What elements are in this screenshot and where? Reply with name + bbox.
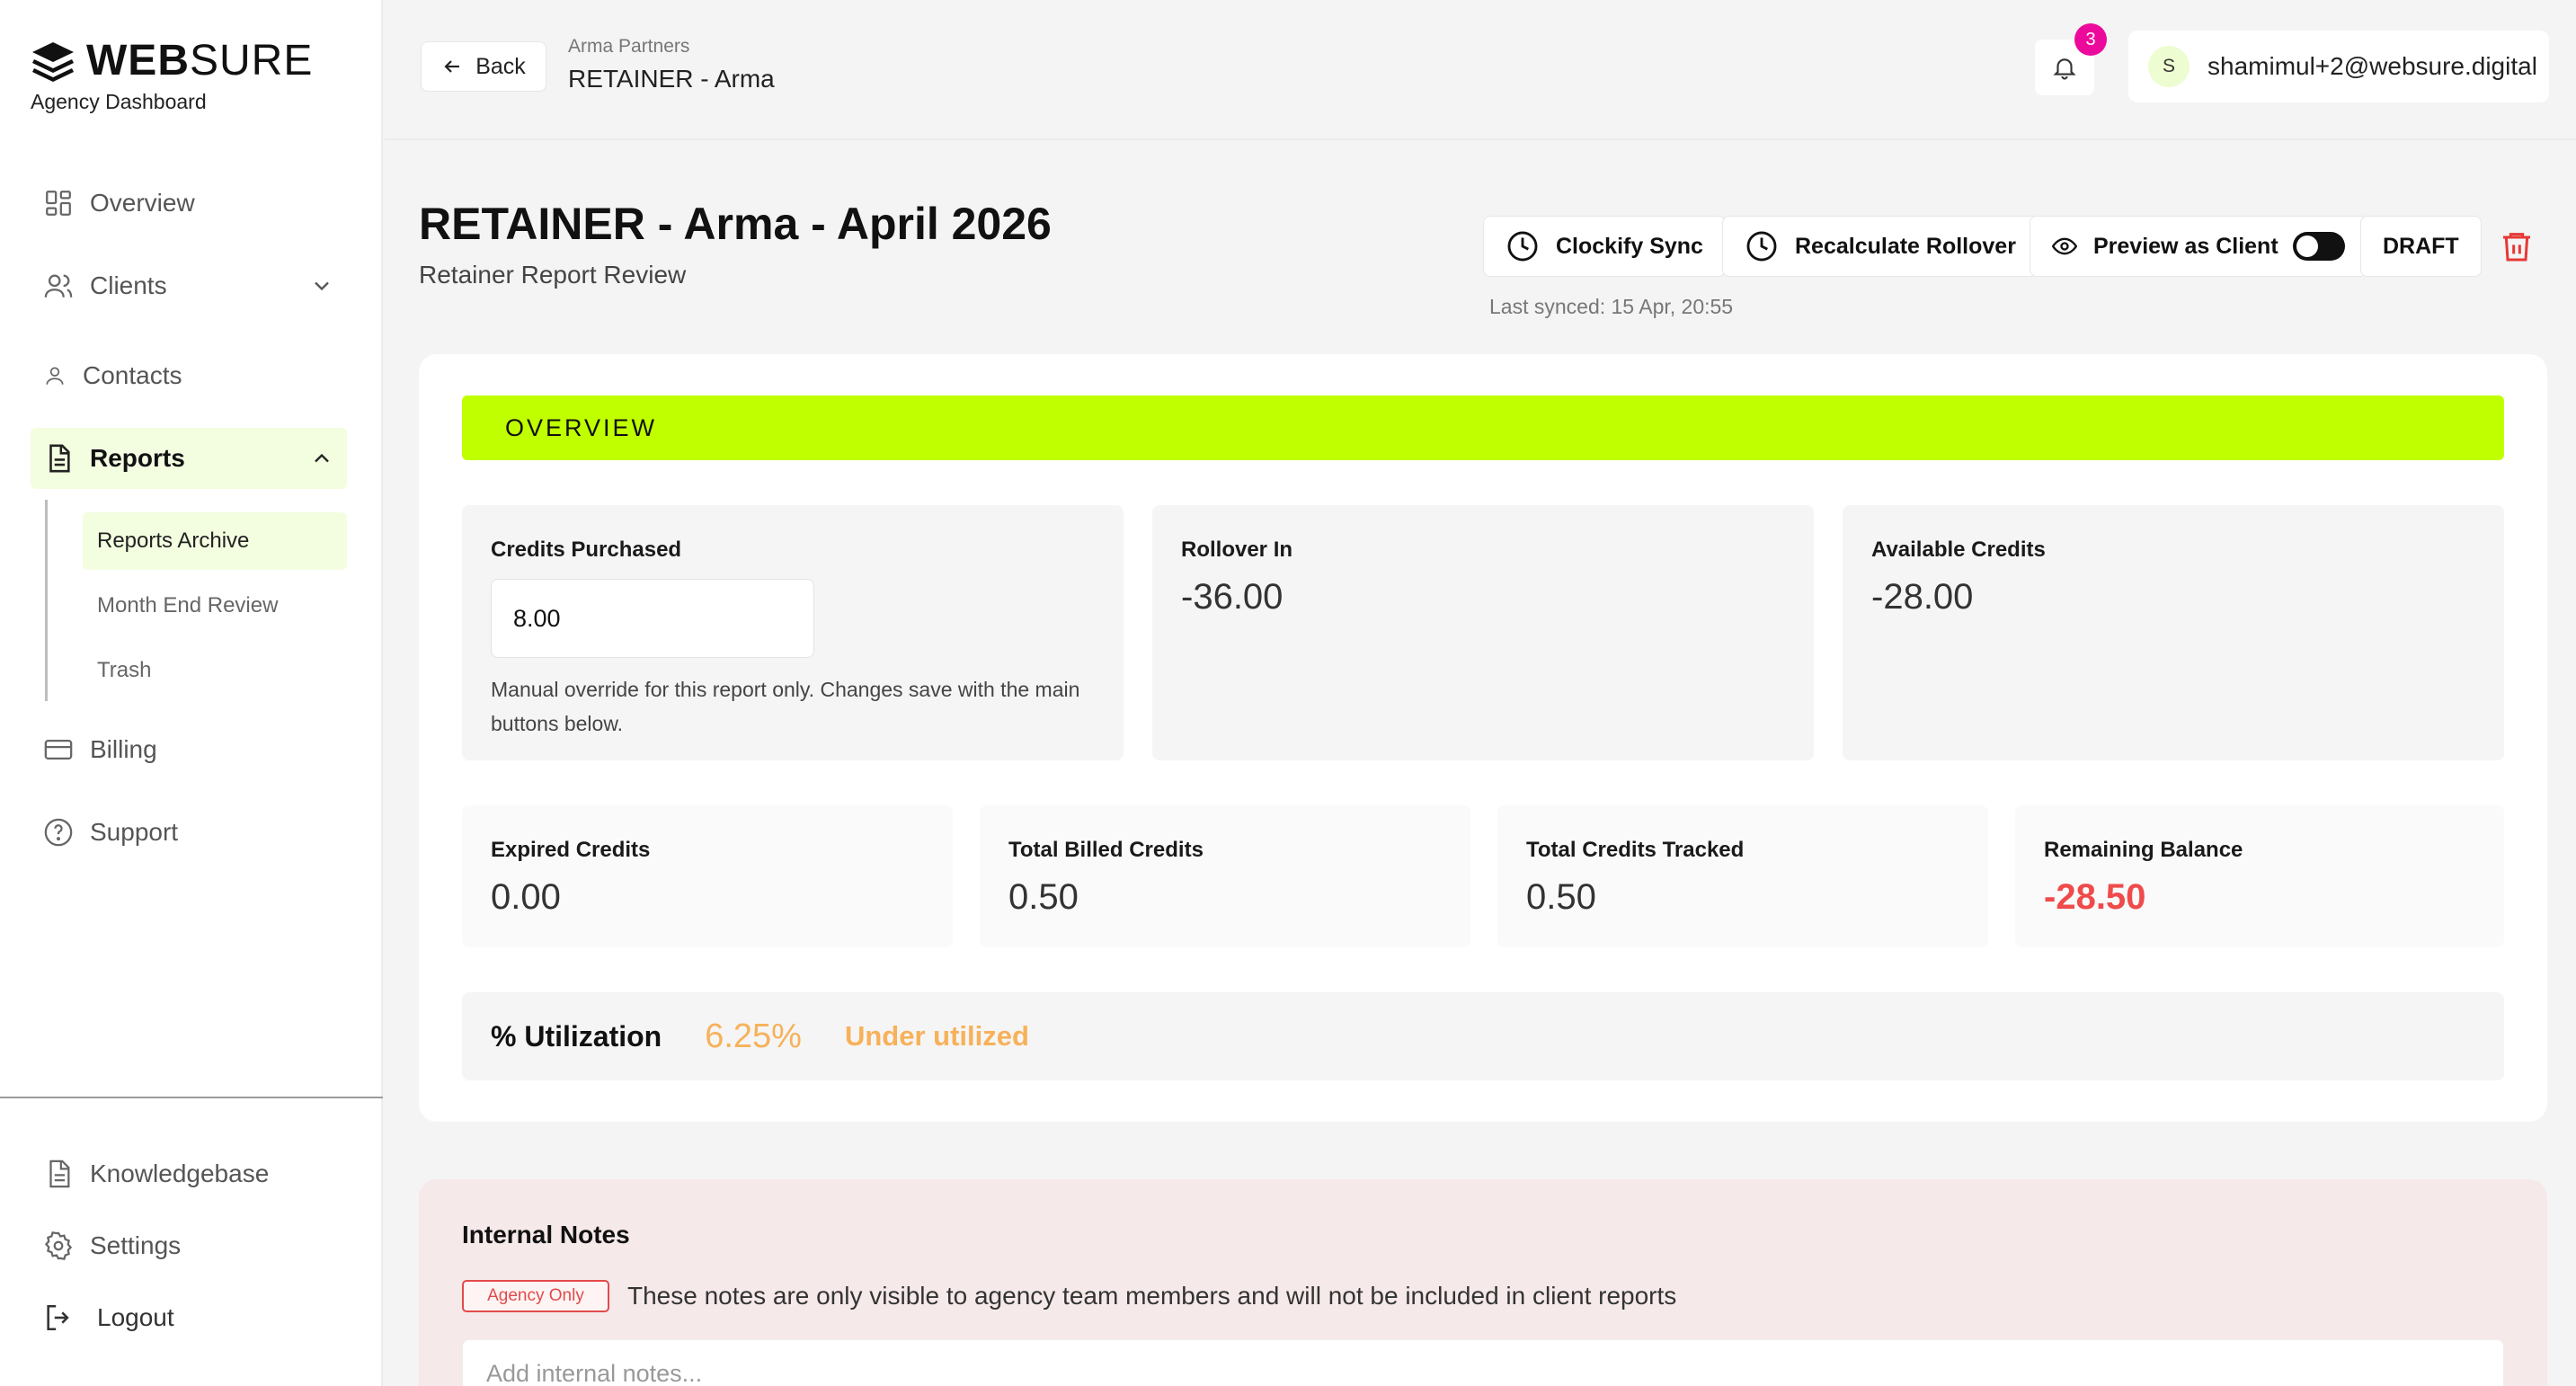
arrow-left-icon (444, 60, 460, 73)
sidebar-item-label: Logout (97, 1303, 174, 1331)
clockify-sync-label: Clockify Sync (1556, 233, 1703, 259)
available-credits-tile: Available Credits -28.00 (1843, 505, 2504, 760)
internal-notes-input[interactable] (462, 1339, 2504, 1386)
sidebar-item-settings[interactable]: Settings (31, 1215, 347, 1276)
breadcrumb-parent[interactable]: Arma Partners (568, 36, 689, 58)
sidebar-item-logout[interactable]: Logout (31, 1287, 347, 1348)
preview-as-client-button[interactable]: Preview as Client (2030, 216, 2367, 277)
expired-credits-tile: Expired Credits 0.00 (462, 805, 953, 947)
users-icon (44, 274, 73, 298)
sidebar-item-label: Support (90, 818, 179, 846)
sidebar-item-knowledgebase[interactable]: Knowledgebase (31, 1143, 347, 1204)
status-draft-button[interactable]: DRAFT (2360, 216, 2482, 277)
internal-notes-title: Internal Notes (462, 1221, 630, 1248)
credits-purchased-tile: Credits Purchased Manual override for th… (462, 505, 1124, 760)
utilization-value: 6.25% (705, 1017, 802, 1055)
gear-icon (44, 1231, 73, 1261)
avatar: S (2148, 46, 2190, 87)
document-icon (49, 1159, 70, 1188)
page-subtitle: Retainer Report Review (419, 261, 687, 289)
brand-logo[interactable]: WEBSURE (31, 36, 313, 85)
breadcrumb-current: RETAINER - Arma (568, 65, 775, 93)
remaining-balance-tile: Remaining Balance -28.50 (2015, 805, 2504, 947)
chevron-down-icon[interactable] (309, 273, 334, 298)
trash-icon[interactable] (2499, 228, 2535, 264)
logout-icon (47, 1304, 69, 1331)
status-draft-label: DRAFT (2383, 233, 2459, 259)
last-synced-text: Last synced: 15 Apr, 20:55 (1489, 295, 1734, 318)
remaining-balance-label: Remaining Balance (2044, 838, 2243, 862)
chevron-up-icon[interactable] (309, 446, 334, 471)
rollover-in-label: Rollover In (1181, 538, 1293, 562)
user-icon (46, 367, 64, 385)
sidebar-item-contacts[interactable]: Contacts (31, 345, 347, 406)
available-credits-value: -28.00 (1871, 577, 1974, 617)
overview-section-header: OVERVIEW (462, 395, 2504, 460)
clock-icon (1507, 231, 1538, 262)
page-title: RETAINER - Arma - April 2026 (419, 199, 1052, 249)
sidebar-item-label: Settings (90, 1231, 182, 1259)
expired-credits-value: 0.00 (491, 877, 561, 917)
topbar: Back Arma Partners RETAINER - Arma 3 S s… (385, 0, 2576, 140)
overview-card: OVERVIEW Credits Purchased Manual overri… (419, 354, 2547, 1122)
total-credits-tracked-label: Total Credits Tracked (1526, 838, 1745, 862)
remaining-balance-value: -28.50 (2044, 877, 2146, 917)
bell-icon (2053, 58, 2076, 80)
credits-purchased-label: Credits Purchased (491, 538, 682, 562)
sidebar-item-label: Overview (90, 189, 195, 217)
grid-icon (46, 191, 71, 216)
sidebar-divider (0, 1097, 383, 1098)
sidebar-item-support[interactable]: Support (31, 802, 347, 863)
rollover-in-tile: Rollover In -36.00 (1152, 505, 1814, 760)
expired-credits-label: Expired Credits (491, 838, 651, 862)
file-icon (49, 444, 70, 473)
sidebar-item-label: Knowledgebase (90, 1159, 270, 1187)
credits-purchased-input[interactable] (491, 579, 814, 658)
credits-help-text: Manual override for this report only. Ch… (491, 678, 1080, 735)
preview-toggle[interactable] (2292, 232, 2345, 261)
help-circle-icon (44, 818, 73, 847)
user-menu[interactable]: S shamimul+2@websure.digital (2128, 31, 2549, 102)
brand-subtitle: Agency Dashboard (31, 90, 207, 113)
recalculate-rollover-label: Recalculate Rollover (1795, 233, 2016, 259)
submenu-line (45, 500, 48, 701)
sidebar-subitem-trash[interactable]: Trash (83, 642, 347, 699)
clock-icon (1746, 231, 1777, 262)
layers-logo-icon (32, 41, 74, 82)
agency-only-badge: Agency Only (462, 1280, 609, 1312)
internal-notes-description: These notes are only visible to agency t… (627, 1282, 1677, 1310)
brand-name: WEBSURE (86, 37, 314, 84)
sidebar-item-label: Reports (90, 444, 185, 472)
recalculate-rollover-button[interactable]: Recalculate Rollover (1722, 216, 2039, 277)
internal-notes-card: Internal Notes Agency Only These notes a… (419, 1179, 2547, 1386)
clockify-sync-button[interactable]: Clockify Sync (1483, 216, 1726, 277)
back-button-label: Back (475, 53, 526, 79)
sidebar-item-label: Billing (90, 735, 157, 763)
total-credits-tracked-tile: Total Credits Tracked 0.50 (1497, 805, 1988, 947)
utilization-label: % Utilization (491, 1019, 662, 1053)
sidebar-item-label: Clients (90, 271, 167, 299)
utilization-row: % Utilization 6.25% Under utilized (462, 992, 2504, 1080)
sidebar-subitem-month-end-review[interactable]: Month End Review (83, 577, 347, 635)
total-billed-credits-tile: Total Billed Credits 0.50 (980, 805, 1470, 947)
notification-count-badge: 3 (2074, 23, 2107, 56)
sidebar-item-label: Contacts (83, 361, 182, 389)
sidebar: WEBSURE Agency Dashboard Overview Client… (0, 0, 383, 1386)
credit-card-icon (44, 739, 73, 760)
total-credits-tracked-value: 0.50 (1526, 877, 1596, 917)
total-billed-credits-value: 0.50 (1008, 877, 1079, 917)
sidebar-item-billing[interactable]: Billing (31, 719, 347, 780)
total-billed-credits-label: Total Billed Credits (1008, 838, 1204, 862)
sidebar-item-reports[interactable]: Reports (31, 428, 347, 489)
rollover-in-value: -36.00 (1181, 577, 1284, 617)
sidebar-item-overview[interactable]: Overview (31, 173, 347, 234)
sidebar-item-clients[interactable]: Clients (31, 255, 347, 316)
back-button[interactable]: Back (421, 41, 546, 92)
utilization-status: Under utilized (844, 1020, 1029, 1052)
user-email: shamimul+2@websure.digital (2207, 52, 2537, 80)
available-credits-label: Available Credits (1871, 538, 2046, 562)
preview-as-client-label: Preview as Client (2093, 233, 2278, 259)
sidebar-subitem-reports-archive[interactable]: Reports Archive (83, 512, 347, 570)
eye-icon (2052, 237, 2077, 255)
